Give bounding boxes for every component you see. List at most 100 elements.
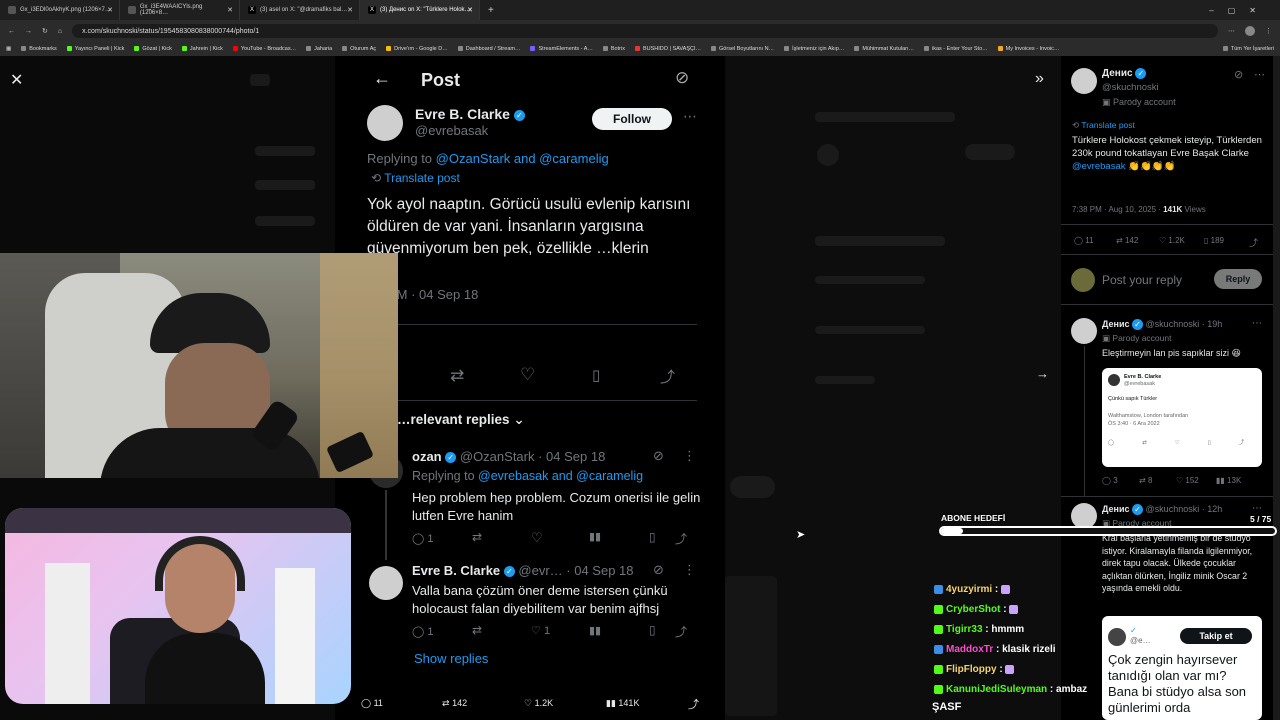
author-name[interactable]: Evre B. Clarke ✓ — [415, 106, 525, 122]
bookmark-icon[interactable]: ▯ — [649, 623, 656, 637]
bookmarks-button[interactable]: ▯ 189 — [1204, 236, 1224, 245]
more-options-icon[interactable]: ⋯ — [1252, 503, 1262, 514]
bookmark-item[interactable]: Bookmarks — [21, 46, 57, 52]
new-tab-icon[interactable]: + — [488, 5, 494, 16]
replying-to-users[interactable]: @OzanStark and @caramelig — [436, 151, 609, 166]
bookmark-item[interactable]: Drive'ım - Google D… — [386, 46, 448, 52]
bookmark-item[interactable]: ikas - Enter Your Sto… — [924, 46, 988, 52]
reposts-button[interactable]: ⇄ 142 — [1116, 236, 1138, 245]
repost-icon[interactable]: ⇄ — [472, 530, 482, 544]
reply-button[interactable]: Reply — [1214, 269, 1262, 289]
address-bar[interactable]: x.com/skuchnoski/status/1954583080838000… — [72, 24, 1218, 38]
show-replies-link[interactable]: Show replies — [414, 651, 488, 666]
bookmark-item[interactable]: BUSHIDO | SAVAŞÇI… — [634, 46, 701, 52]
avatar[interactable] — [1071, 318, 1097, 344]
menu-icon[interactable]: ⋮ — [1265, 27, 1272, 35]
bookmark-icon[interactable]: ▯ — [592, 366, 600, 384]
reposts-button[interactable]: ⇄ 8 — [1139, 476, 1152, 485]
like-button[interactable]: ♡ 1 — [531, 624, 550, 637]
close-photo-icon[interactable]: ✕ — [10, 70, 23, 90]
bookmark-item[interactable]: StreamElements - A… — [530, 46, 593, 52]
more-options-icon[interactable]: ⋯ — [683, 108, 697, 125]
quoted-screenshot-card[interactable]: ✓ @e… Takip et Çok zengin hayırsever tan… — [1102, 616, 1262, 720]
window-controls[interactable]: –▢✕ — [1209, 6, 1270, 15]
like-icon[interactable]: ♡ — [531, 530, 543, 546]
reposts-button[interactable]: ⇄ 142 — [442, 698, 467, 709]
forward-icon[interactable]: → — [25, 28, 32, 35]
share-icon[interactable]: ⤴ — [660, 366, 675, 387]
share-icon[interactable]: ⤴ — [1249, 236, 1258, 249]
more-options-icon[interactable]: ⋮ — [683, 562, 696, 578]
back-arrow-icon[interactable]: ← — [373, 68, 391, 89]
reload-icon[interactable]: ↻ — [42, 27, 48, 35]
bookmark-item[interactable]: Jahrein | Kick — [181, 46, 223, 52]
bookmark-item[interactable]: Dashboard / Stream… — [457, 46, 520, 52]
bookmark-item[interactable]: İşletmeniz için Akıp… — [784, 46, 844, 52]
repost-icon[interactable]: ⇄ — [472, 623, 482, 637]
views-icon[interactable]: ▮▮ — [589, 624, 601, 637]
replies-button[interactable]: ◯ 11 — [1074, 236, 1094, 245]
bookmark-item[interactable]: YouTube - Broadcas… — [232, 46, 296, 52]
views-button[interactable]: ▮▮ 13K — [1216, 476, 1241, 485]
reply-reply-button[interactable]: ◯ 1 — [412, 532, 434, 545]
grok-icon[interactable]: ⊘ — [1234, 68, 1243, 81]
share-icon[interactable]: ⤴ — [675, 623, 687, 640]
bookmark-item[interactable]: Botrix — [602, 46, 625, 52]
bookmark-item[interactable]: Jaharia — [306, 46, 332, 52]
more-options-icon[interactable]: ⋮ — [683, 448, 696, 464]
bookmark-item[interactable]: Yayıncı Paneli | Kick — [66, 46, 124, 52]
likes-button[interactable]: ♡ 1.2K — [1159, 236, 1185, 245]
back-icon[interactable]: ← — [8, 28, 15, 35]
grok-icon[interactable]: ⊘ — [675, 68, 689, 88]
share-icon[interactable]: ⤴ — [675, 530, 687, 547]
replies-button[interactable]: ◯ 11 — [361, 698, 383, 709]
collapse-sidebar-icon[interactable]: » — [1035, 70, 1044, 88]
close-tab-icon[interactable]: ✕ — [227, 6, 233, 14]
browser-tab[interactable]: Gx_i3E4WAAICYls.png (1206×8… ✕ — [120, 0, 240, 20]
avatar[interactable] — [369, 566, 403, 600]
quoted-screenshot-card[interactable]: Evre B. Clarke @evrebasak Çünkü sapık Tü… — [1102, 368, 1262, 467]
views-button[interactable]: ▮▮ 141K — [606, 698, 639, 709]
close-tab-icon[interactable]: ✕ — [107, 6, 113, 14]
close-tab-icon[interactable]: ✕ — [467, 6, 473, 14]
like-icon[interactable]: ♡ — [520, 365, 535, 385]
reply-input[interactable]: Post your reply — [1102, 273, 1182, 287]
close-tab-icon[interactable]: ✕ — [347, 6, 353, 14]
apps-icon[interactable]: ▦ — [6, 46, 11, 52]
avatar[interactable] — [1071, 68, 1097, 94]
replies-button[interactable]: ◯ 3 — [1102, 476, 1118, 485]
translate-post[interactable]: ⟲ Translate post — [371, 171, 460, 185]
repost-icon[interactable]: ⇄ — [450, 366, 464, 386]
all-bookmarks[interactable]: Tüm Yer İşaretleri — [1222, 46, 1274, 52]
bookmark-icon[interactable]: ▯ — [649, 530, 656, 544]
grok-icon[interactable]: ⊘ — [653, 562, 664, 578]
mention-link[interactable]: @evrebasak — [1072, 161, 1125, 172]
browser-tab[interactable]: X (3) asel on X: "@dramafiks bal… ✕ — [240, 0, 360, 20]
home-icon[interactable]: ⌂ — [58, 28, 62, 35]
reply-reply-button[interactable]: ◯ 1 — [412, 625, 434, 638]
browser-tab-active[interactable]: X (3) Денис on X: "Türklere Holok… ✕ — [360, 0, 480, 20]
views-icon[interactable]: ▮▮ — [589, 530, 601, 543]
bookmark-item[interactable]: Gözat | Kick — [134, 46, 172, 52]
likes-button[interactable]: ♡ 152 — [1176, 476, 1199, 485]
replies-sort[interactable]: …relevant replies ⌄ — [397, 412, 525, 428]
author-handle[interactable]: @skuchnoski — [1102, 82, 1159, 93]
profile-avatar[interactable] — [1245, 26, 1255, 36]
bookmark-item[interactable]: My Invoices - Invoic… — [997, 46, 1059, 52]
likes-button[interactable]: ♡ 1.2K — [524, 698, 553, 709]
more-options-icon[interactable]: ⋯ — [1254, 68, 1265, 81]
grok-icon[interactable]: ⊘ — [653, 448, 664, 464]
extensions-icon[interactable]: ⋯ — [1228, 27, 1235, 35]
scrollbar[interactable] — [1273, 56, 1280, 720]
reply-author-name[interactable]: Evre B. Clarke — [412, 563, 500, 578]
translate-post[interactable]: ⟲ Translate post — [1072, 120, 1135, 131]
bookmark-item[interactable]: Görsel Boyutlarını N… — [711, 46, 774, 52]
author-name[interactable]: Денис ✓ — [1102, 68, 1147, 79]
author-handle[interactable]: @evrebasak — [415, 123, 488, 138]
avatar[interactable] — [367, 105, 403, 141]
reply-author-name[interactable]: ozan — [412, 449, 442, 464]
bookmark-item[interactable]: Mühimmat Kutuları… — [854, 46, 914, 52]
follow-button[interactable]: Follow — [592, 108, 672, 130]
more-options-icon[interactable]: ⋯ — [1252, 318, 1262, 329]
next-photo-icon[interactable]: → — [1036, 366, 1049, 381]
